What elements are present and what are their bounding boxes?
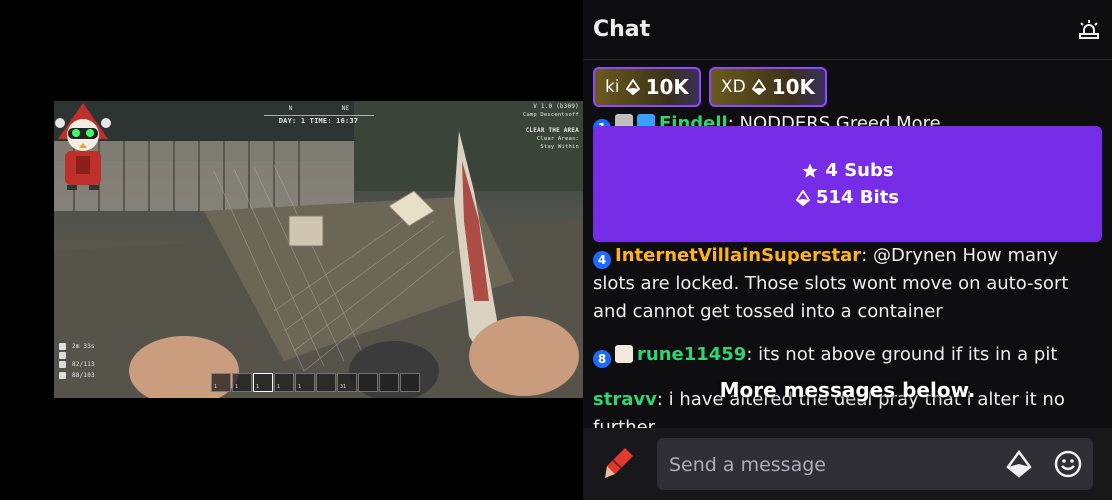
hotbar-slot: 1 [295, 373, 315, 392]
game-version: V 1.0 (b309) [533, 103, 579, 110]
streamer-mascot-icon [55, 103, 111, 190]
group-icon [59, 352, 66, 359]
hotbar-slot: 1 [211, 373, 231, 392]
hotbar-slot: 1 [232, 373, 252, 392]
chat-title: Chat [593, 17, 651, 42]
subscriber-badge: 4 [593, 251, 611, 269]
stream-video-player[interactable]: N NE DAY: 1 TIME: 16:37 V 1.0 (b309) Cam… [54, 101, 583, 398]
chat-username[interactable]: InternetVillainSuperstar [615, 245, 861, 266]
emote-smiley-icon[interactable] [1053, 449, 1083, 479]
cheer-amount: 10K [645, 75, 689, 99]
chat-username[interactable]: rune11459 [637, 344, 746, 365]
subscriber-badge: 8 [593, 350, 611, 368]
bits-icon [625, 79, 640, 95]
cheer-prefix: ki [605, 77, 620, 97]
bits-count: 514 Bits [815, 187, 900, 208]
player-stats: 2m 33s 82/113 88/103 [59, 341, 95, 381]
compass-north: N [288, 105, 293, 112]
compass: N NE [264, 105, 374, 116]
hotbar-slot [316, 373, 336, 392]
chat-panel: Chat ki 10K XD 10K 1Findell: NODDERS Gre… [583, 0, 1112, 500]
stat-stamina: 2m 33s [59, 341, 95, 352]
chat-input-bar [583, 428, 1112, 500]
quest-objective-1: Clear Areas: [536, 136, 579, 142]
pinned-cheer-pill[interactable]: ki 10K [593, 67, 701, 107]
hotbar-slot [379, 373, 399, 392]
day-time-readout: DAY: 1 TIME: 16:37 [278, 117, 359, 125]
pinned-cheer-pill[interactable]: XD 10K [708, 67, 828, 107]
subs-count: 4 Subs [825, 160, 894, 181]
chat-input-container [657, 438, 1093, 492]
star-icon [802, 163, 818, 178]
chat-message: 8 rune11459: its not above ground if its … [593, 341, 1098, 369]
quest-title: CLEAR THE AREA [525, 127, 579, 134]
chat-message-text: : its not above ground if its in a pit [746, 344, 1058, 365]
game-scene [54, 101, 583, 398]
running-icon [59, 343, 66, 350]
quest-tracker: CLEAR THE AREA Clear Areas: Stay Within [526, 127, 579, 151]
hotbar-slot [400, 373, 420, 392]
more-messages-below[interactable]: More messages below. [583, 378, 1112, 402]
send-message-input[interactable] [667, 438, 991, 492]
bits-icon[interactable] [1005, 450, 1033, 478]
food-icon [59, 361, 66, 368]
subs-row: 4 Subs [801, 160, 894, 181]
compass-northeast: NE [341, 105, 350, 112]
location-name: Camp Descentsoff [522, 112, 579, 118]
hotbar-slot-selected: 1 [253, 373, 273, 392]
bits-row: 514 Bits [795, 187, 900, 208]
pinned-cheers: ki 10K XD 10K [593, 67, 828, 107]
hype-banner[interactable]: 4 Subs 514 Bits [593, 126, 1102, 242]
inventory-hotbar: 1 1 1 1 1 31 [211, 373, 420, 392]
emote-badge-icon [615, 345, 633, 363]
crayon-icon[interactable] [603, 446, 635, 482]
hotbar-slot: 31 [337, 373, 357, 392]
hotbar-slot: 1 [274, 373, 294, 392]
bits-icon [795, 189, 810, 206]
cheer-amount: 10K [771, 75, 816, 99]
chat-header: Chat [583, 0, 1112, 60]
health-icon [59, 372, 66, 379]
stat-food: 82/113 [59, 359, 95, 370]
stat-group [59, 352, 95, 359]
chat-settings-icon[interactable] [1077, 18, 1101, 42]
bits-icon [751, 79, 766, 95]
cheer-prefix: XD [720, 77, 746, 97]
stat-health: 88/103 [59, 370, 95, 381]
chat-message: 4 InternetVillainSuperstar: @Drynen How m… [593, 242, 1098, 326]
quest-objective-2: Stay Within [540, 144, 579, 150]
hotbar-slot [358, 373, 378, 392]
